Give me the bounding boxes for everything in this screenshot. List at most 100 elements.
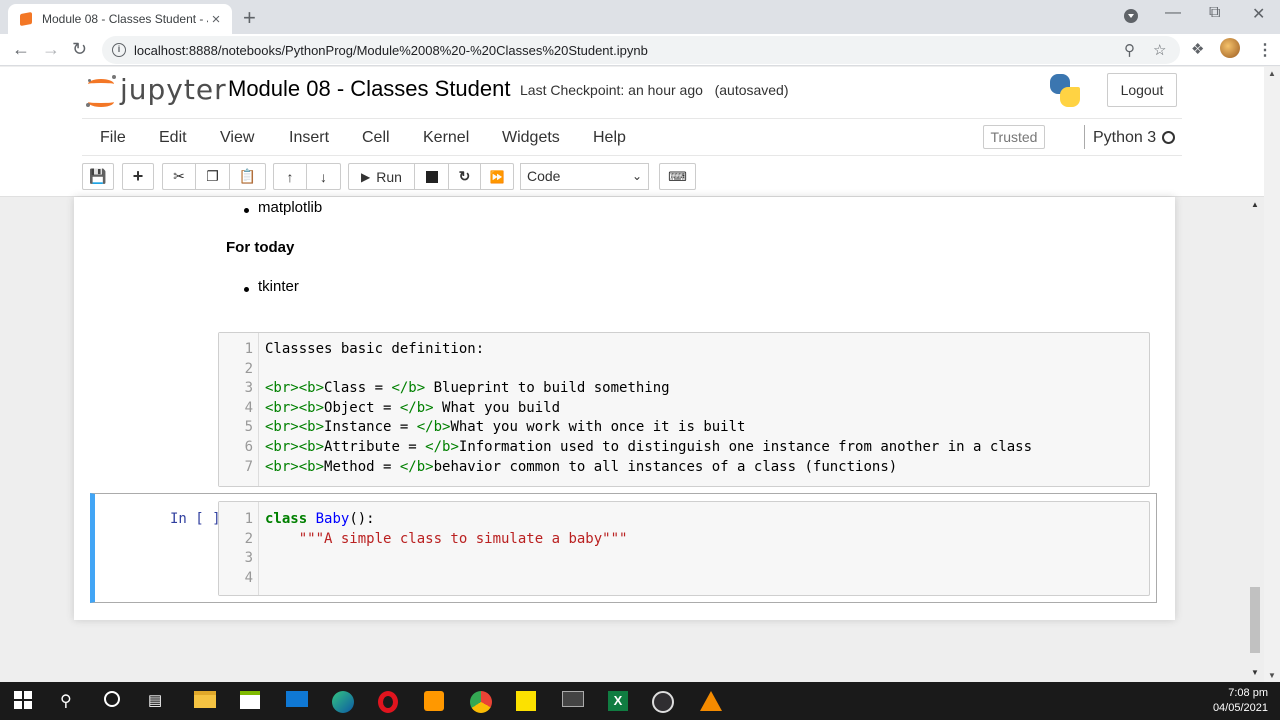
window-close-icon[interactable]: ✕ [1252, 4, 1265, 24]
task-view-icon[interactable]: ▤ [148, 691, 170, 711]
browser-toolbar: ← → ↻ i localhost:8888/notebooks/PythonP… [0, 34, 1280, 66]
kernel-status-icon [1162, 131, 1175, 144]
zoom-icon[interactable]: ⚲ [1124, 41, 1135, 59]
line-number: 7 [244, 459, 253, 475]
address-bar[interactable]: i localhost:8888/notebooks/PythonProg/Mo… [102, 36, 1180, 64]
code-line: <br><b>Method = </b>behavior common to a… [265, 459, 898, 475]
jupyter-logo-text[interactable]: jupyter [120, 73, 227, 106]
edge-icon[interactable] [332, 691, 354, 713]
extensions-puzzle-icon[interactable]: ❖ [1191, 40, 1204, 58]
profile-avatar[interactable] [1220, 38, 1240, 58]
menu-kernel[interactable]: Kernel [423, 129, 469, 147]
bookmark-star-icon[interactable]: ☆ [1153, 41, 1166, 59]
keyboard-icon[interactable]: ⌨ [659, 163, 696, 190]
trusted-indicator[interactable]: Trusted [983, 125, 1045, 149]
menu-edit[interactable]: Edit [159, 129, 187, 147]
cut-icon[interactable]: ✂ [162, 163, 196, 190]
run-icon: ▶ [361, 169, 371, 184]
notebook-scroll-down-icon[interactable]: ▼ [1251, 668, 1259, 677]
scroll-up-icon[interactable]: ▲ [1268, 69, 1276, 78]
windows-taskbar: ⚲ ▤ X 7:08 pm 04/05/2021 [0, 682, 1280, 720]
interrupt-icon[interactable] [415, 163, 449, 190]
menu-separator [1084, 125, 1085, 149]
scroll-down-icon[interactable]: ▼ [1268, 671, 1276, 680]
search-icon[interactable]: ⚲ [60, 691, 82, 711]
copy-icon[interactable]: ❐ [196, 163, 230, 190]
markdown-bullet-tkinter: tkinter [258, 278, 299, 295]
restart-icon[interactable]: ↻ [449, 163, 481, 190]
line-number: 6 [244, 439, 253, 455]
markdown-heading-for-today: For today [226, 239, 295, 256]
browser-menu-icon[interactable]: ⋮ [1257, 40, 1273, 60]
cell-type-value: Code [527, 168, 561, 184]
notebook-scrollbar-thumb[interactable] [1250, 587, 1260, 653]
line-number: 2 [244, 361, 253, 377]
store-icon[interactable] [240, 691, 262, 711]
code-line: <br><b>Object = </b> What you build [265, 400, 561, 416]
move-down-icon[interactable]: ↓ [307, 163, 341, 190]
menu-file[interactable]: File [100, 129, 126, 147]
code-cell-definitions[interactable]: 1 Classses basic definition: 2 3 <br><b>Cl… [218, 332, 1150, 487]
clock-date: 04/05/2021 [1212, 702, 1268, 714]
menu-view[interactable]: View [220, 129, 254, 147]
move-up-icon[interactable]: ↑ [273, 163, 307, 190]
line-number: 4 [244, 570, 253, 586]
menu-bar: File Edit View Insert Cell Kernel Widget… [82, 118, 1182, 156]
windows-start-icon[interactable] [14, 691, 36, 711]
menu-insert[interactable]: Insert [289, 129, 329, 147]
notebook-scroll-up-icon[interactable]: ▲ [1251, 200, 1259, 209]
system-clock[interactable]: 7:08 pm 04/05/2021 [1213, 686, 1268, 716]
code-line: <br><b>Class = </b> Blueprint to build s… [265, 380, 670, 396]
kernel-name[interactable]: Python 3 [1093, 129, 1156, 147]
notebook-page: matplotlib For today tkinter 1 Classses b… [74, 197, 1175, 620]
autosaved-text: (autosaved) [714, 82, 789, 98]
code-cell-baby-class[interactable]: 1 class Baby(): 2 """A simple class to si… [218, 501, 1150, 596]
clock-time: 7:08 pm [1228, 687, 1268, 699]
browser-tab[interactable]: Module 08 - Classes Student - Ju × [8, 4, 232, 34]
line-number: 2 [244, 531, 253, 547]
jupyter-logo-icon[interactable] [86, 75, 118, 109]
menu-help[interactable]: Help [593, 129, 626, 147]
chrome-icon[interactable] [470, 691, 492, 713]
tab-close-icon[interactable]: × [208, 11, 224, 28]
new-tab-button[interactable]: + [243, 5, 256, 31]
back-icon[interactable]: ← [12, 39, 30, 60]
minimize-icon[interactable]: — [1165, 4, 1181, 22]
vlc-icon[interactable] [700, 691, 722, 711]
chevron-down-icon: ⌄ [631, 169, 642, 183]
excel-icon[interactable]: X [608, 691, 630, 711]
line-number: 1 [244, 341, 253, 357]
sticky-notes-icon[interactable] [516, 691, 538, 711]
forward-icon[interactable]: → [42, 39, 60, 60]
code-line: """A simple class to simulate a baby""" [298, 531, 628, 547]
site-info-icon[interactable]: i [112, 43, 126, 57]
obs-icon[interactable] [652, 691, 674, 713]
line-number: 4 [244, 400, 253, 416]
notebook-toolbar: 💾 + ✂ ❐ 📋 ↑ ↓ ▶ Run ↻ ⏩ Code ⌄ ⌨ [0, 163, 1264, 191]
reload-icon[interactable]: ↻ [72, 39, 87, 60]
restore-icon[interactable]: ⧉ [1209, 4, 1220, 22]
run-button[interactable]: ▶ Run [348, 163, 415, 190]
menu-widgets[interactable]: Widgets [502, 129, 560, 147]
terminal-icon[interactable] [562, 691, 584, 711]
cell-type-select[interactable]: Code ⌄ [520, 163, 649, 190]
cortana-icon[interactable] [104, 691, 126, 711]
code-line: <br><b>Instance = </b>What you work with… [265, 419, 746, 435]
paste-icon[interactable]: 📋 [230, 163, 266, 190]
menu-cell[interactable]: Cell [362, 129, 390, 147]
sublime-icon[interactable] [424, 691, 446, 711]
mail-icon[interactable] [286, 691, 308, 711]
insert-cell-icon[interactable]: + [122, 163, 154, 190]
code-line: class Baby(): [265, 511, 375, 527]
download-icon[interactable] [1124, 9, 1138, 23]
jupyter-favicon-icon [20, 11, 32, 27]
logout-button[interactable]: Logout [1107, 73, 1177, 107]
notebook-title[interactable]: Module 08 - Classes Student [228, 76, 511, 102]
restart-run-all-icon[interactable]: ⏩ [481, 163, 514, 190]
page-scrollbar[interactable]: ▲ ▼ [1264, 67, 1280, 682]
save-icon[interactable]: 💾 [82, 163, 114, 190]
opera-icon[interactable] [378, 691, 400, 713]
code-line: Classses basic definition: [265, 341, 485, 357]
file-explorer-icon[interactable] [194, 691, 216, 711]
checkpoint-text: Last Checkpoint: an hour ago [520, 82, 703, 98]
